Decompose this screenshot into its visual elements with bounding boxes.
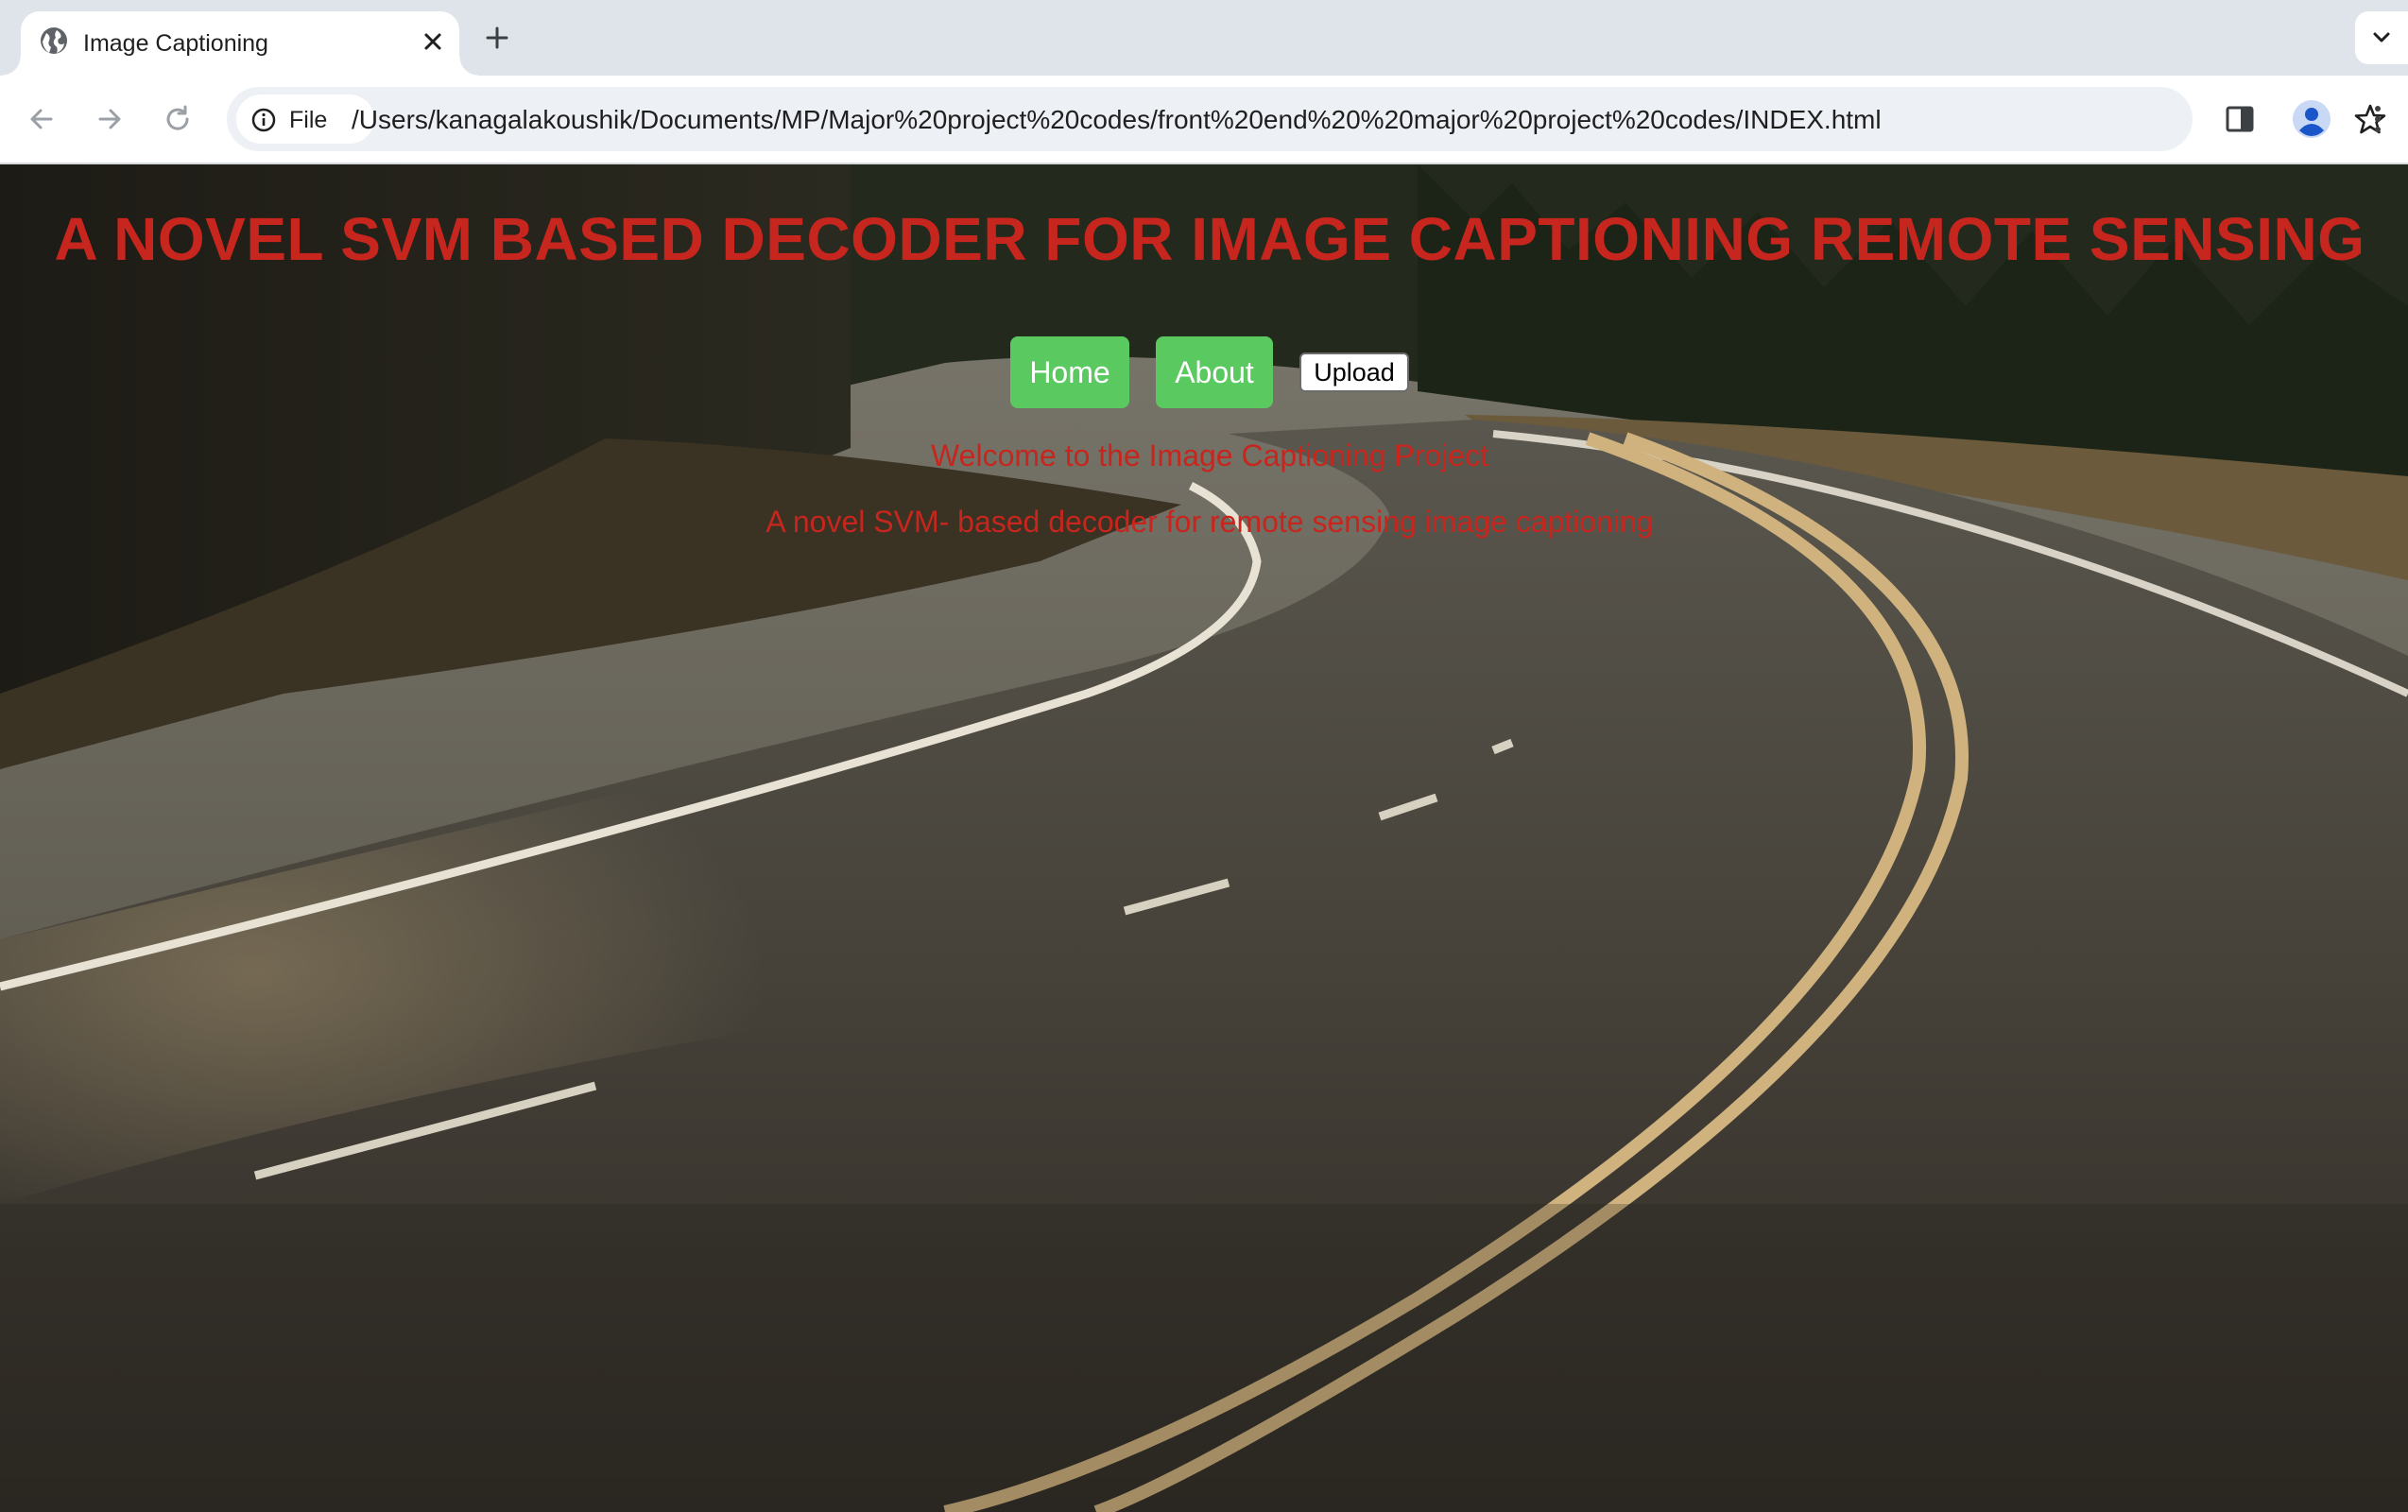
forward-arrow-icon[interactable] [91,100,129,138]
file-scheme-label: File [289,107,328,133]
page-title: A NOVEL SVM BASED DECODER FOR IMAGE CAPT… [54,205,2365,273]
url-text[interactable]: /Users/kanagalakoushik/Documents/MP/Majo… [352,105,1882,135]
plus-icon[interactable] [480,21,514,55]
profile-icon[interactable] [2291,98,2332,140]
tab-strip: Image Captioning [0,0,2408,76]
info-icon [251,108,276,132]
address-bar[interactable]: File /Users/kanagalakoushik/Documents/MP… [227,87,2386,151]
main-nav: Home About Upload [0,335,2408,410]
close-icon[interactable] [418,26,448,57]
page-viewport: A NOVEL SVM BASED DECODER FOR IMAGE CAPT… [0,164,2408,1512]
browser-tab[interactable]: Image Captioning [2,11,478,76]
browser-toolbar: File /Users/kanagalakoushik/Documents/MP… [0,76,2408,164]
upload-button[interactable]: Upload [1299,352,1409,392]
reload-icon[interactable] [159,100,197,138]
welcome-text: Welcome to the Image Captioning Project [931,438,1488,472]
subtitle-text: A novel SVM- based decoder for remote se… [765,505,1654,539]
kebab-menu-icon[interactable] [2363,102,2393,136]
side-panel-icon[interactable] [2223,102,2257,136]
about-button[interactable]: About [1156,336,1273,408]
tab-search-button[interactable] [2355,11,2408,64]
chevron-down-icon [2373,32,2390,43]
home-button[interactable]: Home [1010,336,1129,408]
globe-icon [41,27,67,54]
tab-title: Image Captioning [83,30,268,57]
back-arrow-icon[interactable] [23,100,60,138]
